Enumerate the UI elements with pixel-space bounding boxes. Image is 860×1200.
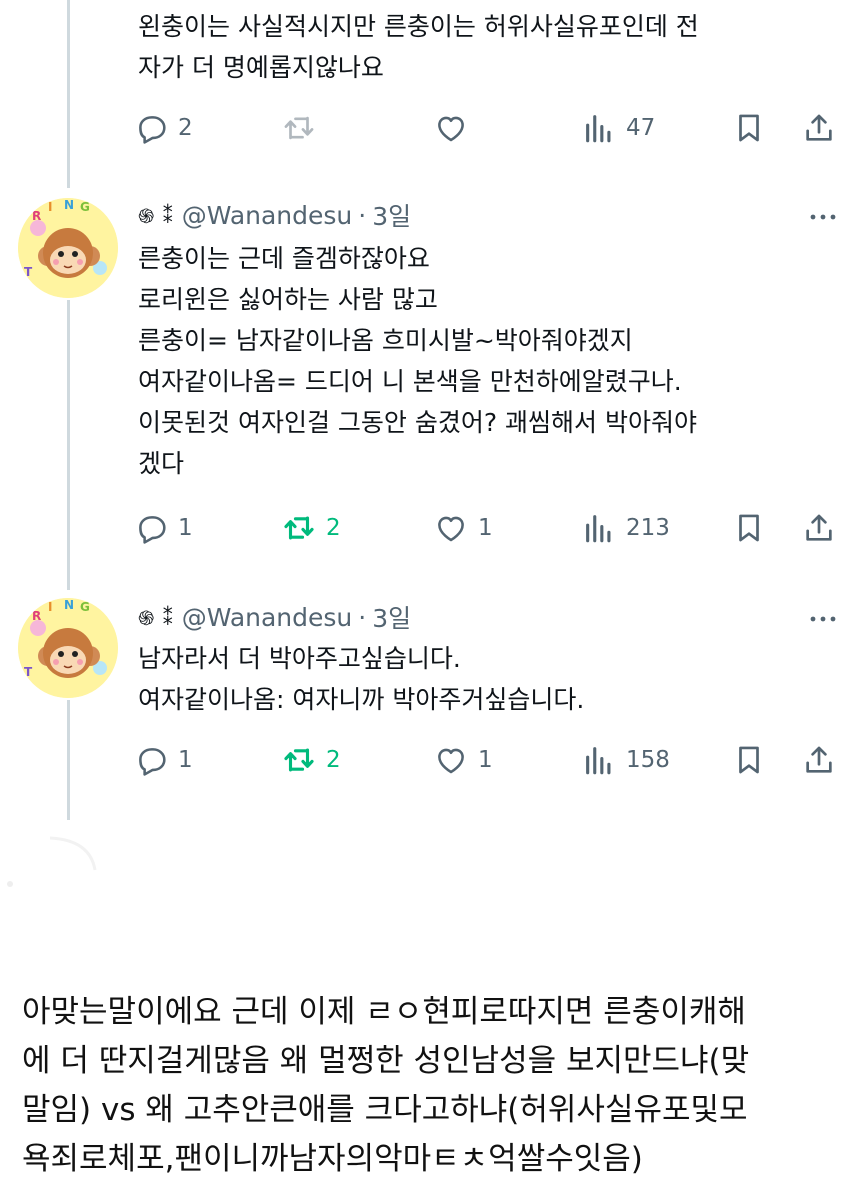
avatar-letter: N bbox=[64, 598, 74, 612]
avatar-letter: T bbox=[24, 265, 33, 279]
retweet-count: 2 bbox=[326, 515, 341, 541]
timestamp[interactable]: 3일 bbox=[372, 197, 411, 233]
display-name-emoji[interactable]: ֍ ⁑ bbox=[138, 604, 174, 631]
bookmark-button[interactable] bbox=[732, 108, 766, 148]
separator-dot: · bbox=[358, 200, 367, 230]
heart-icon bbox=[438, 748, 464, 774]
avatar-letter: T bbox=[24, 665, 33, 679]
share-button[interactable] bbox=[802, 740, 836, 780]
like-count: 1 bbox=[478, 747, 493, 773]
avatar-letter: I bbox=[48, 200, 52, 214]
separator-dot: · bbox=[358, 602, 367, 632]
views-count: 47 bbox=[626, 115, 656, 141]
reply-button[interactable]: 1 bbox=[134, 508, 193, 548]
bookmark-button[interactable] bbox=[732, 740, 766, 780]
tweet-actions: 1 2 1 158 bbox=[134, 740, 838, 780]
share-icon bbox=[806, 746, 832, 773]
tweet-text: 른충이는 근데 즐겜하잖아요 로리윈은 싫어하는 사람 많고 른충이= 남자같이… bbox=[138, 244, 698, 478]
thread-line-mid bbox=[67, 300, 70, 590]
like-button[interactable]: 1 bbox=[434, 508, 493, 548]
avatar-letter: N bbox=[64, 198, 74, 212]
reply-count: 1 bbox=[178, 515, 193, 541]
reply-button[interactable]: 1 bbox=[134, 740, 193, 780]
retweet-icon bbox=[284, 116, 314, 140]
bookmark-icon bbox=[739, 746, 759, 774]
retweet-button[interactable] bbox=[282, 108, 316, 148]
like-button[interactable]: 1 bbox=[434, 740, 493, 780]
display-name-emoji[interactable]: ֍ ⁑ bbox=[138, 202, 174, 229]
like-button[interactable] bbox=[434, 108, 468, 148]
views-button[interactable]: 47 bbox=[582, 108, 655, 148]
comment-text: 아맞는말이에요 근데 이제 ㄹㅇ현피로따지면 른충이캐해 에 더 딴지걸게많음 … bbox=[22, 994, 750, 1177]
views-button[interactable]: 213 bbox=[582, 508, 670, 548]
tweet-text: 왼충이는 사실적시지만 른충이는 허위사실유포인데 전 자가 더 명예롭지않나요 bbox=[138, 12, 699, 82]
timestamp[interactable]: 3일 bbox=[372, 599, 411, 635]
monkey-avatar-icon: R I N G T bbox=[18, 198, 118, 298]
reply-count: 1 bbox=[178, 747, 193, 773]
more-icon bbox=[810, 616, 836, 622]
bookmark-icon bbox=[739, 114, 759, 142]
views-button[interactable]: 158 bbox=[582, 740, 670, 780]
views-icon bbox=[586, 747, 611, 775]
avatar-letter: R bbox=[32, 209, 41, 223]
more-options-button[interactable] bbox=[808, 604, 838, 634]
user-handle[interactable]: @Wanandesu bbox=[182, 201, 353, 230]
avatar-letter: G bbox=[80, 200, 90, 214]
tweet-header: ֍ ⁑ @Wanandesu · 3일 bbox=[138, 600, 411, 634]
reply-button[interactable]: 2 bbox=[134, 108, 193, 148]
bookmark-icon bbox=[739, 514, 759, 542]
tweet-actions: 1 2 1 213 bbox=[134, 508, 838, 548]
avatar-letter: R bbox=[32, 609, 41, 623]
faded-avatar-remnant bbox=[0, 830, 110, 900]
retweet-icon bbox=[284, 748, 314, 772]
reply-icon bbox=[139, 516, 166, 544]
views-icon bbox=[586, 115, 611, 143]
monkey-avatar-icon: R I N G T bbox=[18, 598, 118, 698]
more-icon bbox=[810, 214, 836, 220]
retweet-button[interactable]: 2 bbox=[282, 740, 341, 780]
bookmark-button[interactable] bbox=[732, 508, 766, 548]
share-button[interactable] bbox=[802, 508, 836, 548]
thread-line-bottom bbox=[67, 700, 70, 820]
avatar[interactable]: R I N G T bbox=[18, 198, 118, 298]
reply-icon bbox=[139, 116, 166, 144]
share-icon bbox=[806, 514, 832, 541]
avatar-letter: G bbox=[80, 600, 90, 614]
heart-icon bbox=[438, 516, 464, 542]
like-count: 1 bbox=[478, 515, 493, 541]
tweet-text: 남자라서 더 박아주고싶습니다. 여자같이나옴: 여자니까 박아주거싶습니다. bbox=[138, 644, 585, 714]
views-icon bbox=[586, 515, 611, 543]
share-button[interactable] bbox=[802, 108, 836, 148]
views-count: 213 bbox=[626, 515, 670, 541]
user-handle[interactable]: @Wanandesu bbox=[182, 603, 353, 632]
tweet-actions: 2 47 bbox=[134, 108, 838, 148]
retweet-button[interactable]: 2 bbox=[282, 508, 341, 548]
share-icon bbox=[806, 114, 832, 141]
reply-icon bbox=[139, 748, 166, 776]
reply-count: 2 bbox=[178, 115, 193, 141]
more-options-button[interactable] bbox=[808, 202, 838, 232]
retweet-icon bbox=[284, 516, 314, 540]
avatar[interactable]: R I N G T bbox=[18, 598, 118, 698]
avatar-letter: I bbox=[48, 600, 52, 614]
tweet-header: ֍ ⁑ @Wanandesu · 3일 bbox=[138, 198, 411, 232]
heart-icon bbox=[438, 116, 464, 142]
views-count: 158 bbox=[626, 747, 670, 773]
retweet-count: 2 bbox=[326, 747, 341, 773]
thread-line-top bbox=[67, 0, 70, 188]
